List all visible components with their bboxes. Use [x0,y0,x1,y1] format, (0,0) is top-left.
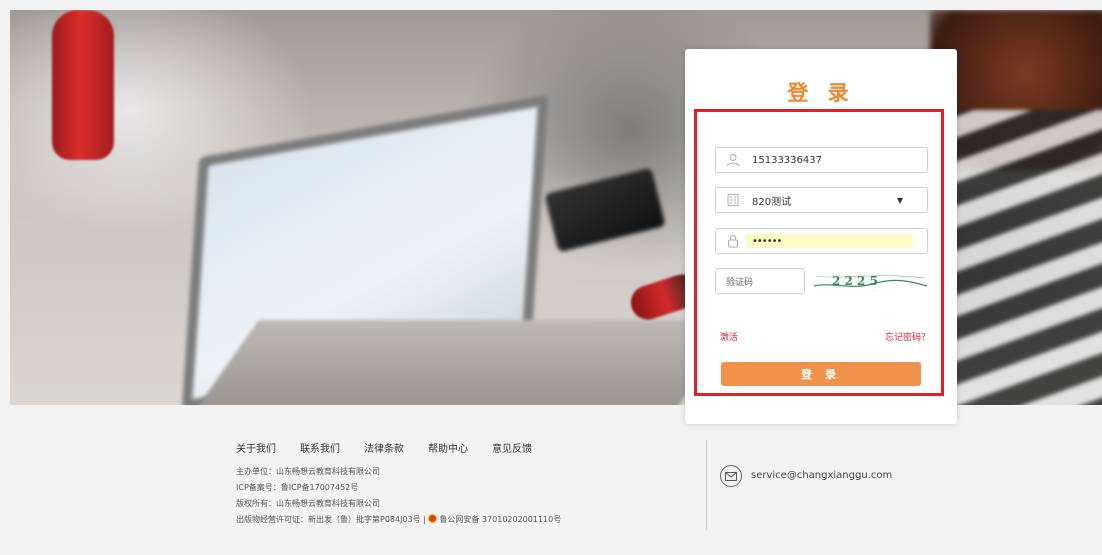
footer-link-legal[interactable]: 法律条款 [364,440,404,455]
footer-police[interactable]: 鲁公网安备 37010202001110号 [439,515,561,524]
laptop-base-decoration [181,320,739,405]
activate-link[interactable]: 激活 [720,330,738,343]
forgot-password-link[interactable]: 忘记密码？ [885,330,930,343]
building-icon [722,188,744,212]
school-value: 820测试 [752,196,792,208]
footer-link-help[interactable]: 帮助中心 [428,440,468,455]
footer-license: 出版物经营许可证：新出发（鲁）批字第P084J03号 | [236,515,426,524]
mail-icon [720,465,742,487]
footer-license-row: 出版物经营许可证：新出发（鲁）批字第P084J03号 | 鲁公网安备 37010… [236,514,561,525]
police-badge-icon [428,514,438,523]
captcha-image[interactable]: · · · · · 2 2 2 5 [812,268,929,294]
footer-divider [706,440,707,530]
username-value: 15133336437 [752,154,822,166]
device-decoration [544,167,666,253]
school-select[interactable]: 820测试 ▼ [715,187,928,213]
footer-copyright: 版权所有：山东畅想云教育科技有限公司 [236,499,380,508]
password-field[interactable]: •••••• [715,228,928,254]
dropdown-arrow-icon: ▼ [896,195,903,205]
lock-icon [722,229,744,253]
footer-link-feedback[interactable]: 意见反馈 [492,440,532,455]
captcha-text: 2 2 2 5 [832,274,878,288]
login-button[interactable]: 登 录 [721,362,921,386]
password-value: •••••• [752,235,782,247]
footer-nav: 关于我们 联系我们 法律条款 帮助中心 意见反馈 [236,440,556,455]
footer-host: 主办单位：山东畅想云教育科技有限公司 [236,467,380,476]
user-icon [722,148,744,172]
bottle-decoration [52,10,114,160]
captcha-input[interactable]: 验证码 [715,268,805,294]
contact-email[interactable]: service@changxianggu.com [751,470,892,481]
username-field[interactable]: 15133336437 [715,147,928,173]
footer-link-about[interactable]: 关于我们 [236,440,276,455]
footer-link-contact[interactable]: 联系我们 [300,440,340,455]
login-title: 登 录 [787,81,855,105]
footer-icp: ICP备案号：鲁ICP备17007452号 [236,483,359,492]
svg-text:· ·: · · [872,288,877,294]
